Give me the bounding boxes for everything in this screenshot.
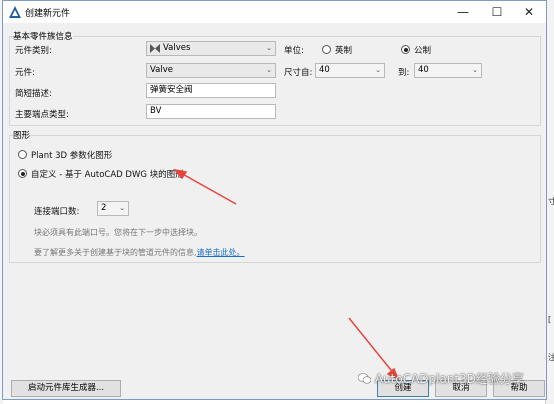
annotation-arrow-custom bbox=[173, 168, 237, 205]
watermark: AutoCADplant3D经验分享 bbox=[357, 370, 525, 387]
wechat-icon bbox=[357, 373, 372, 384]
watermark-text: AutoCADplant3D经验分享 bbox=[374, 372, 525, 386]
annotation-overlay bbox=[173, 168, 400, 381]
